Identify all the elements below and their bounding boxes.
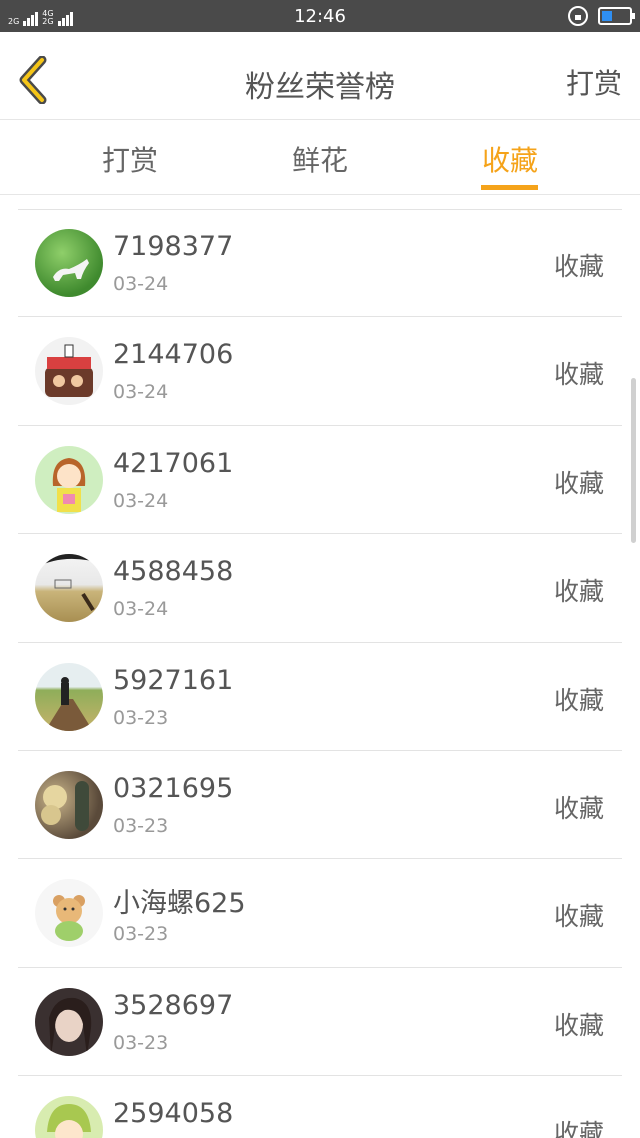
item-date: 03-24 [113,489,169,512]
status-right [568,6,635,26]
list-item[interactable]: 5927161 03-23 收藏 [18,643,622,751]
app-header: 粉丝荣誉榜 打赏 [0,32,640,120]
page-title: 粉丝荣誉榜 [245,70,395,105]
reward-button[interactable]: 打赏 [566,62,622,102]
item-name: 4588458 [113,556,234,588]
item-action: 收藏 [553,252,604,281]
avatar [35,554,103,623]
avatar [35,770,103,839]
list-item[interactable]: 4588458 03-24 收藏 [18,534,622,643]
tab-bar: 打赏 鲜花 收藏 [0,121,640,195]
avatar [35,662,103,731]
fan-list: 7198377 03-24 收藏 2144706 03-24 收藏 421706… [0,209,640,1138]
list-item[interactable]: 7198377 03-24 收藏 [18,209,622,318]
item-date: 03-24 [113,381,169,404]
item-name: 2594058 [113,1098,234,1130]
item-action: 收藏 [553,902,604,932]
item-action: 收藏 [553,793,604,823]
status-bar: 2G 4G 2G 12:46 [0,0,640,32]
avatar [35,229,103,297]
avatar [35,987,103,1056]
list-item[interactable]: 3528697 03-23 收藏 [18,968,622,1077]
item-name: 4217061 [113,447,234,479]
list-item[interactable]: 4217061 03-24 收藏 [18,426,622,535]
avatar [35,445,103,514]
list-item[interactable]: 小海螺625 03-23 收藏 [18,859,622,968]
item-name: 0321695 [113,772,234,804]
item-date: 03-23 [113,706,169,729]
tab-active-indicator [481,185,538,190]
tab-reward[interactable]: 打赏 [102,139,158,179]
item-action: 收藏 [553,577,604,607]
item-name: 3528697 [113,989,234,1021]
list-item[interactable]: 2594058 收藏 [18,1076,622,1138]
item-date: 03-23 [113,1031,169,1054]
item-name: 7198377 [113,231,234,262]
battery-icon [598,7,635,25]
rotation-lock-icon [568,6,588,26]
item-action: 收藏 [553,685,604,715]
item-action: 收藏 [553,468,604,498]
tab-favorites[interactable]: 收藏 [482,139,538,179]
list-item[interactable]: 2144706 03-24 收藏 [18,317,622,426]
item-name: 小海螺625 [113,888,246,920]
item-name: 2144706 [113,339,234,371]
avatar [35,1096,103,1138]
item-date: 03-23 [113,923,169,946]
scrollbar[interactable] [631,378,636,543]
item-date: 03-24 [113,598,169,621]
list-item[interactable]: 0321695 03-23 收藏 [18,751,622,860]
avatar [35,337,103,406]
item-date: 03-24 [113,273,169,295]
status-time: 12:46 [294,6,346,27]
item-action: 收藏 [553,1010,604,1040]
tab-flowers[interactable]: 鲜花 [292,139,348,179]
item-action: 收藏 [553,1119,604,1138]
avatar [35,879,103,948]
item-action: 收藏 [553,360,604,390]
item-date: 03-23 [113,814,169,837]
item-name: 5927161 [113,664,234,696]
